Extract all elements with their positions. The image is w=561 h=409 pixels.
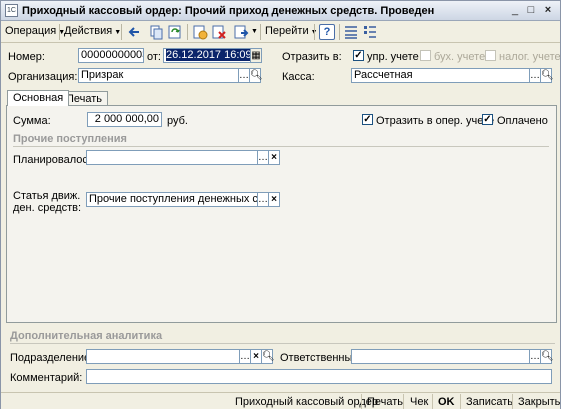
nalog-label: налог. учете [499, 51, 561, 63]
clear-icon[interactable]: × [269, 192, 280, 207]
select-ellipsis-icon[interactable]: … [258, 150, 269, 165]
bar-separator [403, 394, 404, 409]
search-icon[interactable]: 🔍︎ [262, 349, 275, 364]
group-divider [10, 343, 555, 344]
main-tab-panel: Сумма: 2 000 000,00 руб. ✓ Отразить в оп… [6, 105, 557, 323]
buh-checkbox[interactable] [420, 50, 431, 61]
date-input[interactable]: 26.12.2017 16:09:44 [163, 48, 251, 63]
document-window: 1С Приходный кассовый ордер: Прочий прих… [0, 0, 561, 409]
dept-input[interactable] [86, 349, 240, 364]
clear-icon[interactable]: × [269, 150, 280, 165]
article-input[interactable]: Прочие поступления денежных средств [86, 192, 258, 207]
planned-input[interactable] [86, 150, 258, 165]
toolbar-separator [314, 24, 315, 40]
close-button[interactable]: × [541, 4, 555, 17]
sum-label: Сумма: [13, 115, 51, 127]
group-divider [13, 146, 549, 147]
close-form-button[interactable]: Закрыть [518, 396, 560, 408]
number-input[interactable]: 00000000003 [78, 48, 144, 63]
toolbar-separator [187, 24, 188, 40]
calendar-icon[interactable]: ▦ [251, 48, 262, 63]
date-value: 26.12.2017 16:09:44 [166, 49, 250, 61]
save-button[interactable]: Записать [466, 396, 513, 408]
tab-main[interactable]: Основная [7, 90, 70, 106]
unpost-doc-icon[interactable] [211, 24, 227, 40]
operation-menu[interactable]: Операция ▼ [5, 25, 65, 37]
operation-menu-label: Операция [5, 25, 57, 37]
resp-input[interactable] [351, 349, 530, 364]
upr-checkbox[interactable]: ✓ [353, 50, 364, 61]
dropdown-arrow-icon[interactable]: ▼ [251, 28, 258, 35]
minimize-button[interactable]: _ [508, 4, 522, 17]
actions-menu-label: Действия [64, 25, 113, 37]
copy-doc-icon[interactable] [148, 24, 164, 40]
search-icon[interactable]: 🔍︎ [250, 68, 263, 83]
refresh-icon[interactable] [167, 24, 183, 40]
list-settings-icon[interactable] [362, 24, 378, 40]
check-button[interactable]: Чек [410, 396, 428, 408]
bar-separator [512, 394, 513, 409]
select-ellipsis-icon[interactable]: … [239, 68, 250, 83]
group-title-extra: Дополнительная аналитика [10, 330, 163, 342]
toolbar-separator [260, 24, 261, 40]
article-label-line2: ден. средств: [13, 202, 82, 214]
number-label: Номер: [8, 51, 45, 63]
command-bar: Приходный кассовый ордер Печать Чек OK З… [1, 392, 560, 409]
actions-menu[interactable]: Действия ▼ [64, 25, 121, 37]
select-ellipsis-icon[interactable]: … [258, 192, 269, 207]
search-icon[interactable]: 🔍︎ [541, 68, 554, 83]
org-input[interactable]: Призрак [78, 68, 239, 83]
bar-separator [361, 394, 362, 409]
upr-label: упр. учете [367, 51, 419, 63]
post-doc-icon[interactable] [192, 24, 208, 40]
back-arrow-icon[interactable] [127, 24, 143, 40]
goto-menu-label: Перейти [265, 25, 309, 37]
select-ellipsis-icon[interactable]: … [530, 349, 541, 364]
org-label: Организация: [8, 71, 78, 83]
title-bar: 1С Приходный кассовый ордер: Прочий прих… [1, 1, 560, 21]
nalog-checkbox[interactable] [485, 50, 496, 61]
bar-separator [460, 394, 461, 409]
date-label: от: [147, 51, 161, 63]
toolbar-separator [121, 24, 122, 40]
clear-icon[interactable]: × [251, 349, 262, 364]
reflect-label: Отразить в: [282, 51, 342, 63]
paid-label: Оплачено [497, 115, 548, 127]
oper-checkbox[interactable]: ✓ [362, 114, 373, 125]
oper-label: Отразить в опер. учете [376, 115, 495, 127]
kassa-input[interactable]: Рассчетная [351, 68, 530, 83]
currency-label: руб. [167, 115, 188, 127]
print-button[interactable]: Печать [367, 396, 403, 408]
select-ellipsis-icon[interactable]: … [530, 68, 541, 83]
structure-icon[interactable] [343, 24, 359, 40]
comment-input[interactable] [86, 369, 552, 384]
help-icon[interactable]: ? [319, 24, 335, 40]
goto-menu[interactable]: Перейти▼ [265, 25, 318, 37]
kassa-label: Касса: [282, 71, 315, 83]
search-icon[interactable]: 🔍︎ [541, 349, 554, 364]
toolbar-separator [59, 24, 60, 40]
document-icon: 1С [5, 4, 18, 17]
select-ellipsis-icon[interactable]: … [240, 349, 251, 364]
comment-label: Комментарий: [10, 372, 83, 384]
toolbar-separator [339, 24, 340, 40]
group-title-other-income: Прочие поступления [13, 133, 127, 145]
article-label-line1: Статья движ. [13, 190, 81, 202]
buh-label: бух. учете [434, 51, 486, 63]
maximize-button[interactable]: □ [524, 4, 538, 17]
based-on-icon[interactable] [233, 24, 249, 40]
planned-label: Планировалось: [13, 154, 97, 166]
bar-separator [432, 394, 433, 409]
doc-print-form-button[interactable]: Приходный кассовый ордер [235, 396, 378, 408]
window-title: Приходный кассовый ордер: Прочий приход … [22, 5, 435, 17]
dept-label: Подразделение: [10, 352, 94, 364]
sum-input[interactable]: 2 000 000,00 [87, 112, 162, 127]
toolbar: Операция▼ Действия▼ ▼ Перейти▼ ? [1, 21, 560, 43]
ok-button[interactable]: OK [438, 396, 455, 408]
resp-label: Ответственный: [280, 352, 362, 364]
paid-checkbox[interactable]: ✓ [482, 114, 493, 125]
